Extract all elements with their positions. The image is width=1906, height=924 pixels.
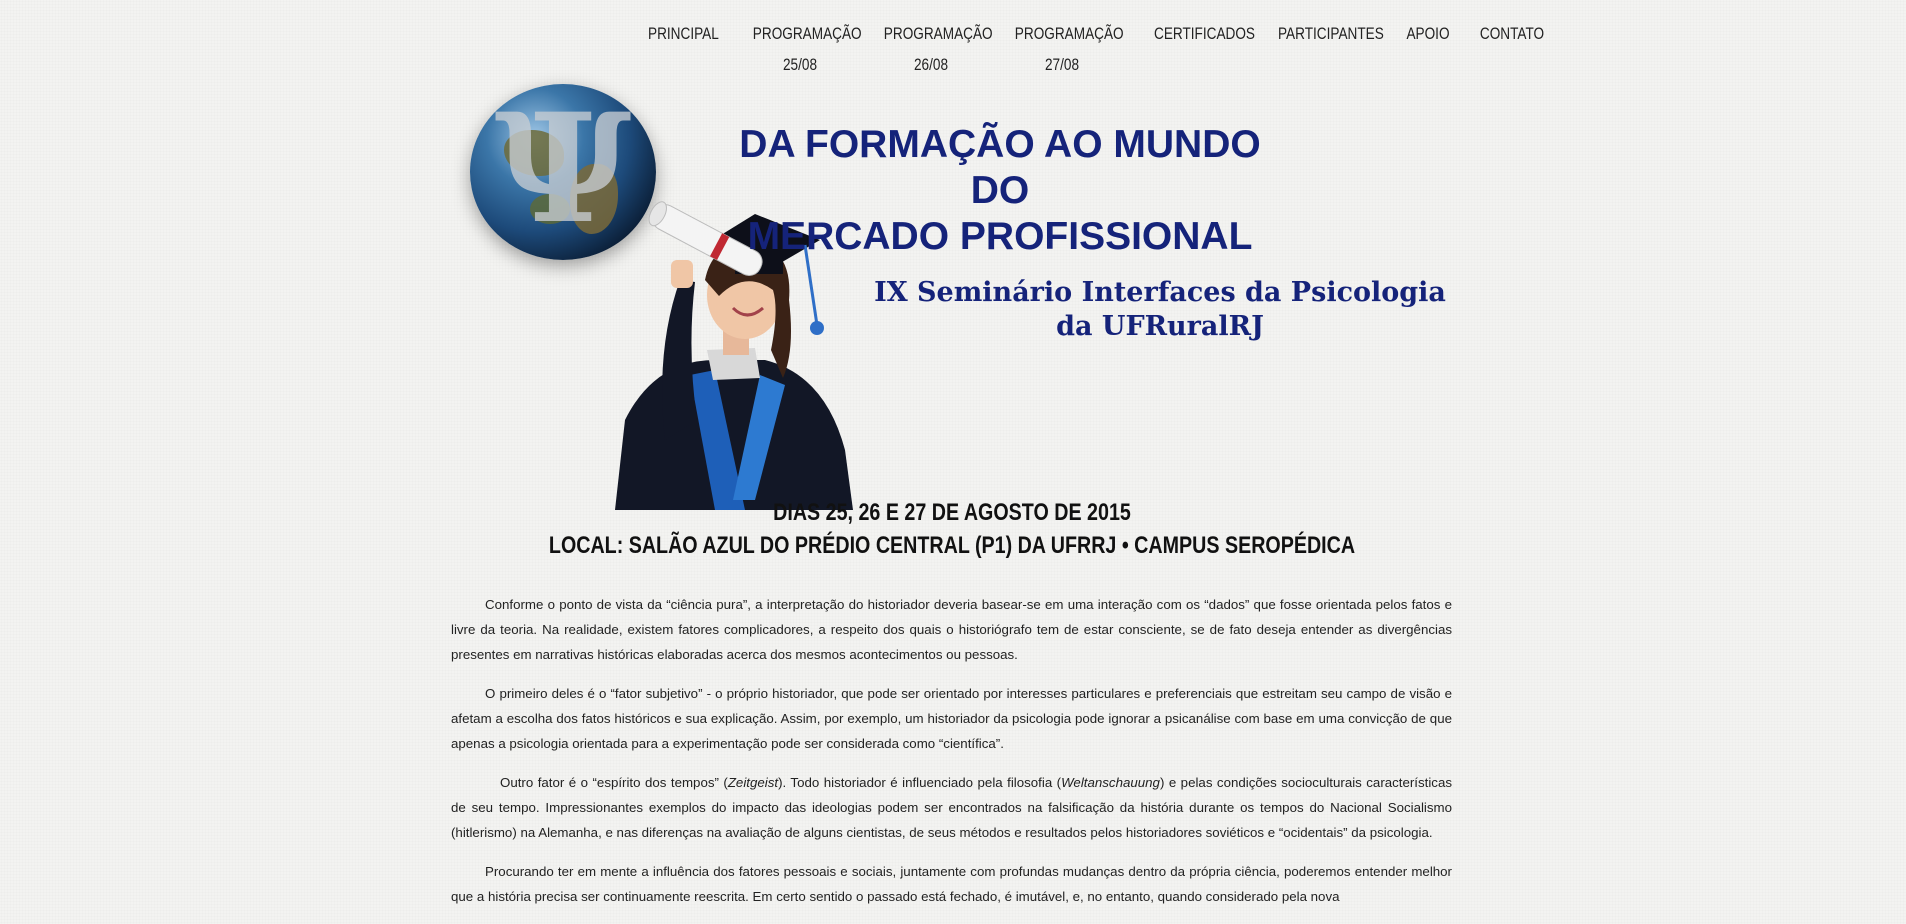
hero-subtitle-line2: da UFRuralRJ <box>1056 311 1264 342</box>
paragraph-3: Outro fator é o “espírito dos tempos” (Z… <box>451 770 1452 845</box>
nav-programacao-2608[interactable]: PROGRAMAÇÃO 26/08 <box>883 18 993 80</box>
paragraph-4: Procurando ter em mente a influência dos… <box>451 864 1452 904</box>
nav-participantes[interactable]: PARTICIPANTES <box>1278 18 1384 49</box>
event-location: LOCAL: SALÃO AZUL DO PRÉDIO CENTRAL (P1)… <box>548 532 1356 559</box>
hero-title-line2: MERCADO PROFISSIONAL <box>747 215 1253 258</box>
article-content: Conforme o ponto de vista da “ciência pu… <box>451 592 1452 923</box>
paragraph-3-part-a: Outro fator é o “espírito dos tempos” ( <box>500 775 728 790</box>
nav-principal-label: PRINCIPAL <box>648 24 719 43</box>
paragraph-3-weltanschauung: Weltanschauung <box>1061 775 1160 790</box>
paragraph-2: O primeiro deles é o “fator subjetivo” -… <box>451 686 1452 751</box>
hero-subtitle: IX Seminário Interfaces da Psicologia da… <box>870 276 1450 344</box>
event-info: DIAS 25, 26 E 27 DE AGOSTO DE 2015 LOCAL… <box>450 496 1454 562</box>
nav-programacao-2508[interactable]: PROGRAMAÇÃO 25/08 <box>752 18 862 80</box>
paragraph-3-part-b: ). Todo historiador é influenciado pela … <box>778 775 1062 790</box>
nav-principal[interactable]: PRINCIPAL <box>648 18 719 49</box>
nav-certificados[interactable]: CERTIFICADOS <box>1154 18 1256 49</box>
paragraph-3-zeitgeist: Zeitgeist <box>727 775 779 790</box>
hero-subtitle-line1: IX Seminário Interfaces da Psicologia <box>874 277 1446 308</box>
nav-participantes-label: PARTICIPANTES <box>1278 24 1384 43</box>
nav-contato[interactable]: CONTATO <box>1478 18 1545 49</box>
nav-contato-label: CONTATO <box>1479 24 1545 43</box>
nav-programacao-2708-date: 27/08 <box>1044 55 1080 74</box>
nav-programacao-2608-date: 26/08 <box>913 55 949 74</box>
nav-certificados-label: CERTIFICADOS <box>1154 24 1256 43</box>
hero-banner: Ψ DA FORMAÇÃO AO MUNDO DO MERCADO PROFIS… <box>450 80 1490 510</box>
nav-apoio-label: APOIO <box>1406 24 1450 43</box>
paragraph-1: Conforme o ponto de vista da “ciência pu… <box>451 597 1452 662</box>
nav-programacao-2508-date: 25/08 <box>782 55 818 74</box>
nav-programacao-2708[interactable]: PROGRAMAÇÃO 27/08 <box>1014 18 1124 80</box>
event-dates: DIAS 25, 26 E 27 DE AGOSTO DE 2015 <box>773 499 1131 526</box>
nav-programacao-2508-label: PROGRAMAÇÃO <box>752 24 862 43</box>
hero-title: DA FORMAÇÃO AO MUNDO DO MERCADO PROFISSI… <box>720 122 1280 260</box>
nav-programacao-2708-label: PROGRAMAÇÃO <box>1014 24 1124 43</box>
nav-apoio[interactable]: APOIO <box>1404 18 1452 49</box>
nav-programacao-2608-label: PROGRAMAÇÃO <box>883 24 993 43</box>
hero-title-line1: DA FORMAÇÃO AO MUNDO DO <box>739 123 1261 212</box>
